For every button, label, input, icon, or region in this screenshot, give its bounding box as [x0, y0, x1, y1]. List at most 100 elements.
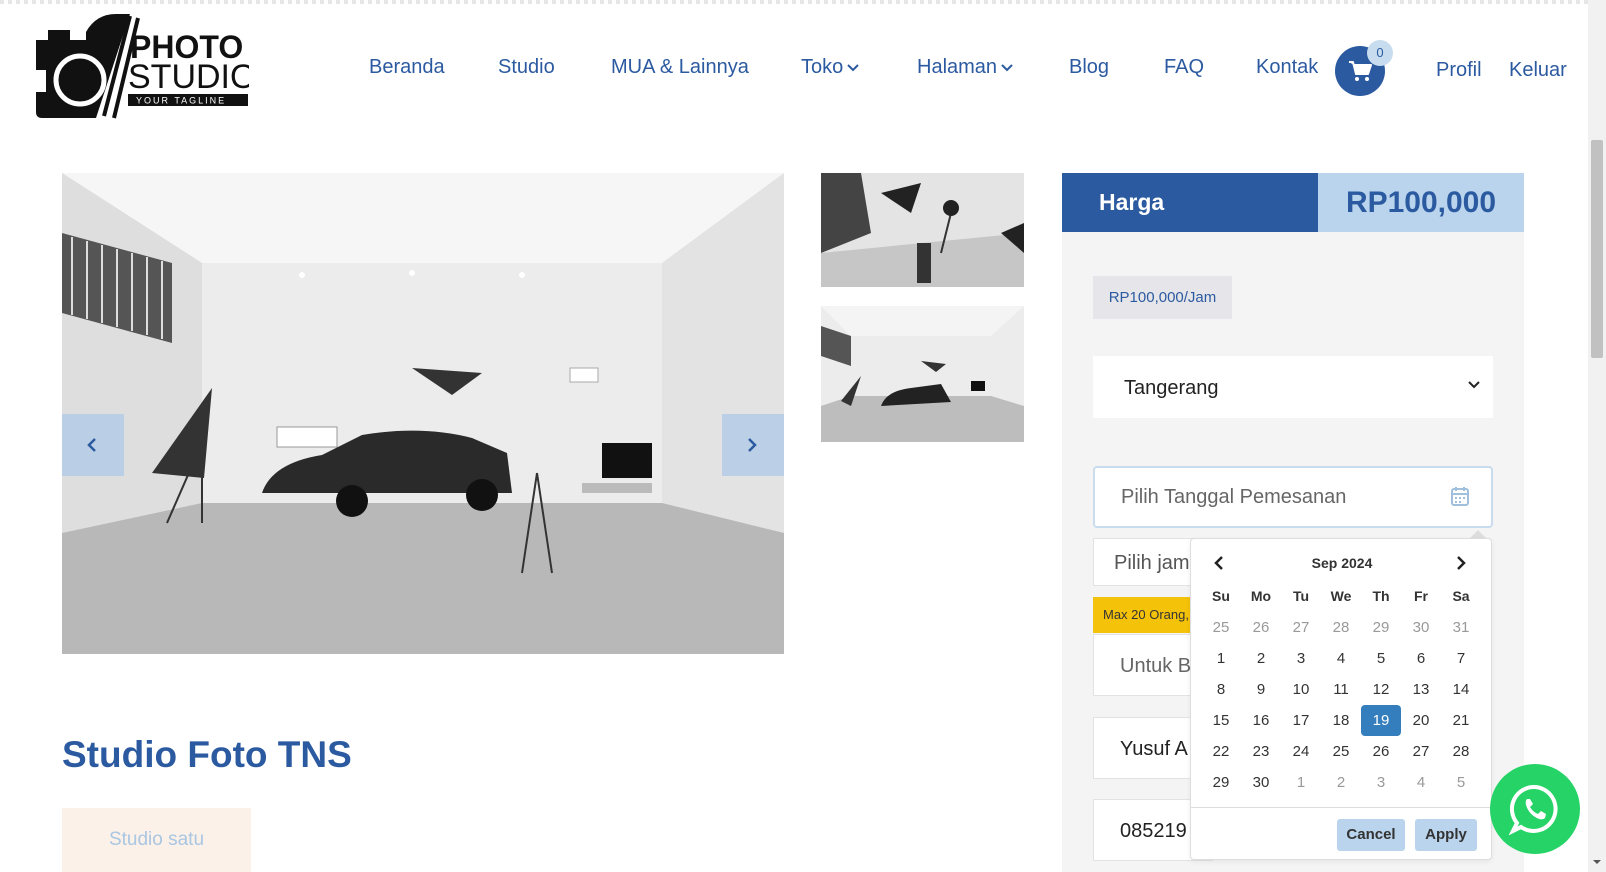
- thumbnail-1[interactable]: [821, 173, 1024, 287]
- scroll-down-icon[interactable]: [1591, 856, 1603, 868]
- price-label: Harga: [1062, 173, 1318, 232]
- calendar-day[interactable]: 4: [1321, 643, 1361, 674]
- site-logo[interactable]: PHOTO STUDIO YOUR TAGLINE: [34, 12, 249, 122]
- nav-mua-lainnya[interactable]: MUA & Lainnya: [611, 56, 749, 79]
- calendar-day[interactable]: 26: [1241, 612, 1281, 643]
- calendar-day[interactable]: 13: [1401, 674, 1441, 705]
- datepicker-caret: [1470, 530, 1486, 538]
- whatsapp-icon: [1509, 784, 1558, 835]
- nav-keluar[interactable]: Keluar: [1509, 59, 1567, 82]
- weekday-header: Su Mo Tu We Th Fr Sa: [1201, 581, 1483, 612]
- calendar-day[interactable]: 31: [1441, 612, 1481, 643]
- calendar-week: 29 30 1 2 3 4 5: [1201, 767, 1483, 798]
- booking-date-input[interactable]: Pilih Tanggal Pemesanan: [1093, 466, 1493, 528]
- calendar-day[interactable]: 5: [1441, 767, 1481, 798]
- calendar-day[interactable]: 29: [1201, 767, 1241, 798]
- calendar-day[interactable]: 16: [1241, 705, 1281, 736]
- thumbnail-2[interactable]: [821, 306, 1024, 442]
- logo-tagline: YOUR TAGLINE: [136, 96, 226, 106]
- nav-halaman[interactable]: Halaman: [917, 56, 1013, 79]
- calendar-day[interactable]: 14: [1441, 674, 1481, 705]
- nav-beranda[interactable]: Beranda: [369, 56, 445, 79]
- calendar-week: 8 9 10 11 12 13 14: [1201, 674, 1483, 705]
- calendar-day[interactable]: 5: [1361, 643, 1401, 674]
- weekday-label: We: [1330, 588, 1352, 604]
- datepicker-grid: Su Mo Tu We Th Fr Sa 25 26 27 28 29 30 31 1 2 3 4 5 6 7 8 9 10 1…: [1201, 581, 1483, 798]
- calendar-day[interactable]: 20: [1401, 705, 1441, 736]
- calendar-icon: [1451, 487, 1469, 506]
- calendar-day[interactable]: 3: [1361, 767, 1401, 798]
- calendar-day[interactable]: 3: [1281, 643, 1321, 674]
- calendar-day[interactable]: 10: [1281, 674, 1321, 705]
- calendar-day[interactable]: 21: [1441, 705, 1481, 736]
- logo-line2: STUDIO: [128, 58, 249, 96]
- calendar-day[interactable]: 25: [1201, 612, 1241, 643]
- weekday-label: Th: [1372, 588, 1390, 604]
- calendar-day[interactable]: 11: [1321, 674, 1361, 705]
- calendar-day[interactable]: 23: [1241, 736, 1281, 767]
- calendar-day[interactable]: 4: [1401, 767, 1441, 798]
- calendar-day[interactable]: 18: [1321, 705, 1361, 736]
- calendar-week: 22 23 24 25 26 27 28: [1201, 736, 1483, 767]
- calendar-day[interactable]: 17: [1281, 705, 1321, 736]
- calendar-day[interactable]: 27: [1401, 736, 1441, 767]
- calendar-day[interactable]: 1: [1201, 643, 1241, 674]
- weekday-label: Fr: [1414, 588, 1428, 604]
- nav-toko-label: Toko: [801, 56, 844, 78]
- calendar-week: 1234567: [1201, 643, 1483, 674]
- calendar-day[interactable]: 6: [1401, 643, 1441, 674]
- prev-slide-button[interactable]: [62, 414, 124, 476]
- booking-date-placeholder: Pilih Tanggal Pemesanan: [1121, 486, 1347, 508]
- weekday-label: Tu: [1292, 588, 1310, 604]
- datepicker: Sep 2024 Su Mo Tu We Th Fr Sa 25 26 27 28 29 30 31 1 2 3…: [1190, 538, 1492, 860]
- chevron-down-icon: [847, 64, 859, 72]
- location-select[interactable]: Tangerang: [1093, 356, 1493, 418]
- calendar-day[interactable]: 7: [1441, 643, 1481, 674]
- scrollbar-thumb[interactable]: [1591, 140, 1603, 358]
- calendar-day[interactable]: 25: [1321, 736, 1361, 767]
- weekday-label: Su: [1212, 588, 1230, 604]
- calendar-day[interactable]: 15: [1201, 705, 1241, 736]
- nav-halaman-label: Halaman: [917, 56, 998, 78]
- next-slide-button[interactable]: [722, 414, 784, 476]
- main-studio-photo: [62, 173, 784, 654]
- weekday-label: Mo: [1250, 588, 1272, 604]
- calendar-day[interactable]: 12: [1361, 674, 1401, 705]
- nav-toko[interactable]: Toko: [801, 56, 859, 79]
- calendar-day[interactable]: 1: [1281, 767, 1321, 798]
- weekday-label: Sa: [1452, 588, 1470, 604]
- nav-kontak[interactable]: Kontak: [1256, 56, 1318, 79]
- nav-profil[interactable]: Profil: [1436, 59, 1482, 82]
- calendar-day[interactable]: 29: [1361, 612, 1401, 643]
- calendar-week: 25 26 27 28 29 30 31: [1201, 612, 1483, 643]
- calendar-week: 15 16 17 18 19 20 21: [1201, 705, 1483, 736]
- cart-icon: [1349, 61, 1372, 81]
- chevron-down-icon: [1468, 381, 1480, 389]
- datepicker-footer: Cancel Apply: [1191, 807, 1491, 859]
- whatsapp-button[interactable]: [1490, 764, 1580, 854]
- calendar-day[interactable]: 30: [1241, 767, 1281, 798]
- next-month-icon[interactable]: [1455, 555, 1467, 571]
- calendar-day[interactable]: 8: [1201, 674, 1241, 705]
- calendar-day[interactable]: 27: [1281, 612, 1321, 643]
- nav-studio[interactable]: Studio: [498, 56, 555, 79]
- calendar-day[interactable]: 2: [1321, 767, 1361, 798]
- calendar-day[interactable]: 24: [1281, 736, 1321, 767]
- calendar-day[interactable]: 22: [1201, 736, 1241, 767]
- calendar-day[interactable]: 2: [1241, 643, 1281, 674]
- calendar-day[interactable]: 26: [1361, 736, 1401, 767]
- calendar-day[interactable]: 28: [1441, 736, 1481, 767]
- datepicker-month: Sep 2024: [1311, 555, 1373, 571]
- calendar-day[interactable]: 9: [1241, 674, 1281, 705]
- location-select-value: Tangerang: [1124, 377, 1219, 399]
- nav-blog[interactable]: Blog: [1069, 56, 1109, 79]
- studio-tag[interactable]: Studio satu: [62, 808, 251, 872]
- calendar-day[interactable]: 28: [1321, 612, 1361, 643]
- calendar-day[interactable]: 30: [1401, 612, 1441, 643]
- calendar-day-selected[interactable]: 19: [1361, 705, 1401, 736]
- price-value: RP100,000: [1318, 173, 1524, 232]
- scrollbar-track[interactable]: [1588, 0, 1606, 872]
- apply-button[interactable]: Apply: [1415, 819, 1477, 851]
- cancel-button[interactable]: Cancel: [1337, 819, 1405, 851]
- nav-faq[interactable]: FAQ: [1164, 56, 1204, 79]
